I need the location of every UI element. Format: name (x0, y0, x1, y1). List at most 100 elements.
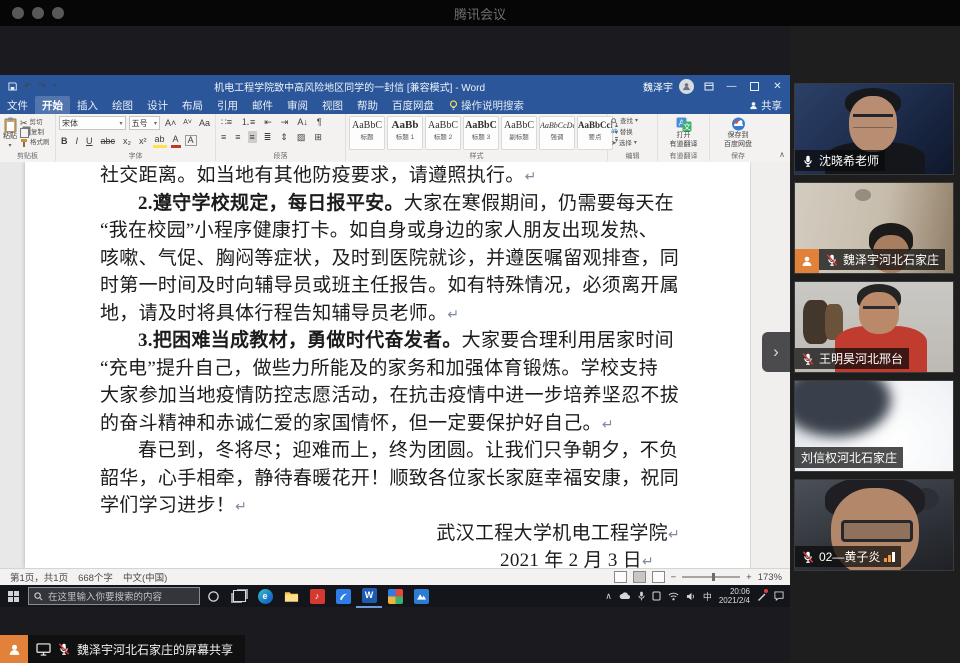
ribbon-tab-百度网盘[interactable]: 百度网盘 (385, 96, 441, 115)
start-button[interactable] (0, 585, 26, 607)
share-document-button[interactable]: 共享 (749, 98, 782, 113)
font-family-select[interactable]: 宋体▾ (59, 116, 126, 130)
cloud-app-button[interactable] (408, 585, 434, 607)
onedrive-cloud-icon[interactable] (619, 592, 631, 600)
document-page[interactable]: 社交距离。如当地有其他防疫要求，请遵照执行。↵2.遵守学校规定，每日报平安。大家… (25, 162, 751, 568)
ribbon-tab-绘图[interactable]: 绘图 (105, 96, 140, 115)
ink-workspace-icon[interactable] (757, 591, 767, 601)
taskbar-clock[interactable]: 20:06 2021/2/4 (719, 587, 750, 605)
shading-icon[interactable]: ▨ (295, 131, 308, 143)
numbering-icon[interactable]: ⒈≡ (239, 116, 257, 128)
participant-tile[interactable]: 02—黄子炎 (794, 479, 954, 571)
participant-tile[interactable]: 沈晓希老师 (794, 83, 954, 175)
shrink-font-icon[interactable]: A˅ (181, 117, 194, 129)
print-layout-icon[interactable] (633, 571, 646, 583)
copy-button[interactable]: 复制 (20, 128, 50, 138)
distribute-icon[interactable]: ≣ (262, 131, 274, 143)
sort-icon[interactable]: A↓ (295, 116, 310, 128)
paste-button[interactable]: 粘贴▾ (3, 116, 17, 150)
select-button[interactable]: ➤选择▾ (611, 138, 654, 149)
bold-icon[interactable]: B (59, 135, 70, 147)
italic-icon[interactable]: I (74, 135, 81, 147)
phone-link-icon[interactable] (652, 591, 661, 601)
tray-chevron-up-icon[interactable]: ∧ (605, 591, 612, 602)
align-left-icon[interactable]: ≡ (219, 131, 228, 143)
ribbon-tab-开始[interactable]: 开始 (35, 96, 70, 115)
highlight-icon[interactable]: ab (153, 133, 167, 148)
line-spacing-icon[interactable]: ⇕ (278, 131, 290, 143)
taskbar-search-box[interactable]: 在这里输入你要搜索的内容 (28, 587, 200, 605)
restore-button[interactable] (746, 78, 763, 94)
bullets-icon[interactable]: ∷≡ (219, 116, 234, 128)
youdao-translate-button[interactable]: A文 打开有道翻译 (661, 116, 706, 149)
zoom-slider[interactable] (682, 576, 740, 578)
replace-button[interactable]: ab替换 (611, 127, 654, 138)
find-button[interactable]: 查找▾ (611, 116, 654, 127)
font-size-select[interactable]: 五号▾ (129, 116, 160, 130)
superscript-icon[interactable]: x² (137, 135, 149, 147)
netease-music-button[interactable]: ♪ (304, 585, 330, 607)
increase-indent-icon[interactable]: ⇥ (279, 116, 291, 128)
justify-icon[interactable]: ≡ (248, 131, 257, 143)
read-mode-icon[interactable] (614, 571, 627, 583)
style-chip[interactable]: AaBb标题 1 (387, 116, 423, 150)
style-chip[interactable]: AaBbC副标题 (501, 116, 537, 150)
strikethrough-icon[interactable]: abc (99, 135, 118, 147)
style-chip[interactable]: AaBbC标题 2 (425, 116, 461, 150)
volume-icon[interactable] (686, 592, 696, 601)
ribbon-display-options-icon[interactable] (700, 78, 717, 94)
meeting-app-button[interactable] (382, 585, 408, 607)
action-center-icon[interactable] (774, 591, 784, 601)
change-case-icon[interactable]: Aa (197, 117, 212, 129)
zoom-level[interactable]: 173% (758, 572, 782, 583)
ribbon-tab-设计[interactable]: 设计 (140, 96, 175, 115)
show-marks-icon[interactable]: ¶ (315, 116, 324, 128)
redo-icon[interactable]: ↷ (39, 82, 47, 91)
participant-tile[interactable]: 刘信权河北石家庄 (794, 380, 954, 472)
ime-indicator[interactable]: 中 (703, 590, 712, 603)
youdao-dict-button[interactable] (330, 585, 356, 607)
decrease-indent-icon[interactable]: ⇤ (262, 116, 274, 128)
zoom-out-icon[interactable]: − (671, 572, 677, 583)
ribbon-tab-布局[interactable]: 布局 (175, 96, 210, 115)
grow-font-icon[interactable]: A˄ (163, 117, 178, 129)
ribbon-tab-文件[interactable]: 文件 (0, 96, 35, 115)
ribbon-tab-审阅[interactable]: 审阅 (280, 96, 315, 115)
ribbon-tab-帮助[interactable]: 帮助 (350, 96, 385, 115)
align-center-icon[interactable]: ≡ (233, 131, 242, 143)
network-icon[interactable] (668, 592, 679, 601)
word-count[interactable]: 668个字 (78, 570, 113, 584)
ribbon-tab-引用[interactable]: 引用 (210, 96, 245, 115)
font-color-icon[interactable]: A (171, 133, 181, 148)
style-chip[interactable]: AaBbCcDc强调 (539, 116, 575, 150)
style-chip[interactable]: AaBbC标题 (349, 116, 385, 150)
account-avatar[interactable] (679, 79, 694, 94)
language-indicator[interactable]: 中文(中国) (123, 570, 167, 584)
enclose-character-icon[interactable]: A (185, 135, 197, 146)
task-view-button[interactable] (226, 585, 252, 607)
borders-icon[interactable]: ⊞ (312, 131, 324, 143)
participant-tile[interactable]: 魏泽宇河北石家庄 (794, 182, 954, 274)
undo-icon[interactable]: ↶ (24, 82, 32, 91)
word-taskbar-button[interactable]: W (356, 584, 382, 608)
ribbon-tab-邮件[interactable]: 邮件 (245, 96, 280, 115)
style-chip[interactable]: AaBbC标题 3 (463, 116, 499, 150)
subscript-icon[interactable]: x₂ (121, 135, 133, 147)
underline-icon[interactable]: U (84, 135, 95, 147)
collapse-ribbon-icon[interactable]: ∧ (779, 150, 785, 159)
format-painter-button[interactable]: 格式刷 (20, 138, 50, 148)
tell-me-search[interactable]: 操作说明搜索 (449, 98, 524, 113)
save-to-baidu-button[interactable]: 保存到百度网盘 (713, 116, 763, 149)
ribbon-tab-插入[interactable]: 插入 (70, 96, 105, 115)
file-explorer-button[interactable] (278, 585, 304, 607)
microphone-tray-icon[interactable] (638, 591, 645, 601)
page-indicator[interactable]: 第1页，共1页 (10, 570, 68, 584)
participant-tile[interactable]: 王明昊河北邢台 (794, 281, 954, 373)
cut-button[interactable]: ✂剪切 (20, 118, 50, 128)
save-icon[interactable] (8, 82, 17, 91)
ribbon-tab-视图[interactable]: 视图 (315, 96, 350, 115)
zoom-in-icon[interactable]: + (746, 572, 752, 583)
edge-button[interactable]: e (252, 585, 278, 607)
close-button[interactable]: ✕ (769, 78, 786, 94)
web-layout-icon[interactable] (652, 571, 665, 583)
